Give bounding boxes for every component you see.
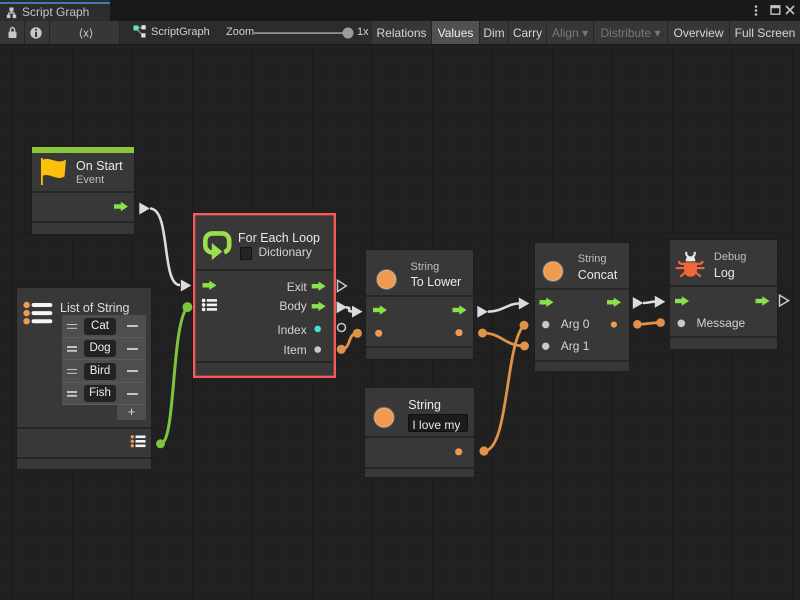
svg-text:⟨x⟩: ⟨x⟩ bbox=[79, 27, 94, 40]
